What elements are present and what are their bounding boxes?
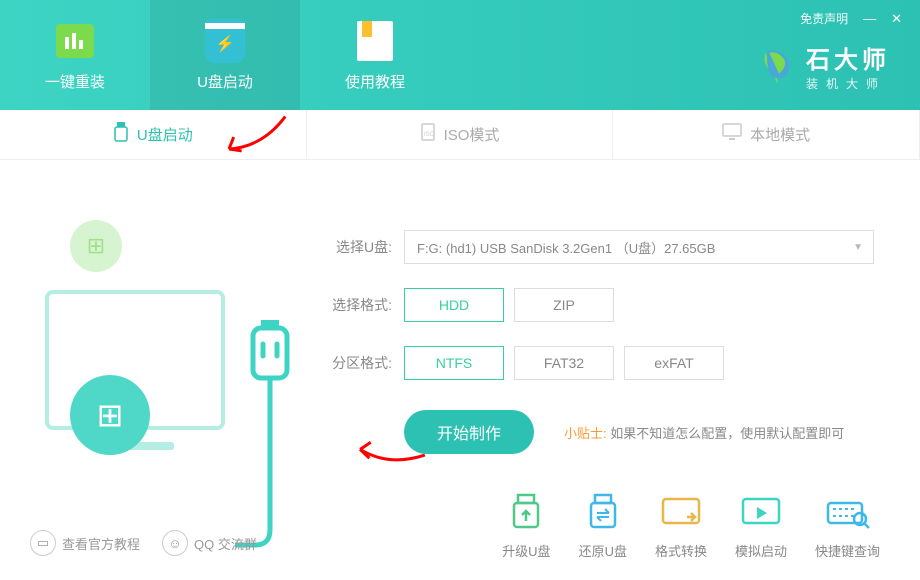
format-option-hdd[interactable]: HDD xyxy=(404,288,504,322)
simulate-icon xyxy=(738,493,784,533)
tip-text: 小贴士: 如果不知道怎么配置，使用默认配置即可 xyxy=(564,423,844,442)
tip-content: 如果不知道怎么配置，使用默认配置即可 xyxy=(610,426,844,441)
nav-reinstall[interactable]: 一键重装 xyxy=(0,0,150,110)
illustration: ⊞ ⊞ xyxy=(40,190,300,500)
svg-text:ISO: ISO xyxy=(424,132,435,138)
disk-select[interactable]: F:G: (hd1) USB SanDisk 3.2Gen1 （U盘）27.65… xyxy=(404,230,874,264)
bottom-actions: 升级U盘 还原U盘 格式转换 模拟启动 快捷键查询 xyxy=(502,493,880,560)
disk-label: 选择U盘: xyxy=(320,237,392,257)
partition-option-exfat[interactable]: exFAT xyxy=(624,346,724,380)
header-bar: 一键重装 ⚡ U盘启动 使用教程 免责声明 — ✕ 石大师 装机大师 xyxy=(0,0,920,110)
brand-logo-icon xyxy=(758,47,796,85)
usb-icon xyxy=(113,122,129,147)
qq-label: QQ 交流群 xyxy=(194,534,257,553)
nav-label: 一键重装 xyxy=(45,71,105,92)
subtab-label: 本地模式 xyxy=(750,124,810,145)
action-simulate-boot[interactable]: 模拟启动 xyxy=(735,493,787,560)
subtab-bar: U盘启动 ISO ISO模式 本地模式 xyxy=(0,110,920,160)
minimize-button[interactable]: — xyxy=(863,11,876,26)
disk-value: F:G: (hd1) USB SanDisk 3.2Gen1 （U盘）27.65… xyxy=(417,238,715,257)
action-label: 升级U盘 xyxy=(502,541,550,560)
hotkey-icon xyxy=(824,493,870,533)
chevron-down-icon: ▼ xyxy=(853,242,863,253)
action-label: 模拟启动 xyxy=(735,541,787,560)
subtab-label: U盘启动 xyxy=(137,124,193,145)
subtab-iso[interactable]: ISO ISO模式 xyxy=(307,110,614,159)
action-hotkey-query[interactable]: 快捷键查询 xyxy=(815,493,880,560)
tutorial-label: 查看官方教程 xyxy=(62,534,140,553)
format-label: 选择格式: xyxy=(320,295,392,315)
nav-label: U盘启动 xyxy=(197,71,253,92)
subtab-label: ISO模式 xyxy=(444,124,500,145)
header-controls: 免责声明 — ✕ xyxy=(800,10,902,27)
footer-links: ▭ 查看官方教程 ☺ QQ 交流群 xyxy=(30,530,257,556)
action-label: 快捷键查询 xyxy=(815,541,880,560)
tutorial-icon xyxy=(352,19,398,63)
format-option-zip[interactable]: ZIP xyxy=(514,288,614,322)
iso-icon: ISO xyxy=(420,122,436,147)
usb-boot-icon: ⚡ xyxy=(202,19,248,63)
action-upgrade-usb[interactable]: 升级U盘 xyxy=(502,493,550,560)
tutorial-link[interactable]: ▭ 查看官方教程 xyxy=(30,530,140,556)
partition-option-ntfs[interactable]: NTFS xyxy=(404,346,504,380)
action-format-convert[interactable]: 格式转换 xyxy=(655,493,707,560)
subtab-usb-boot[interactable]: U盘启动 xyxy=(0,110,307,159)
brand-block: 石大师 装机大师 xyxy=(758,40,890,92)
windows-large-icon: ⊞ xyxy=(70,375,150,455)
usb-cable-icon xyxy=(235,320,305,550)
tip-label: 小贴士: xyxy=(564,426,607,441)
reinstall-icon xyxy=(52,19,98,63)
config-form: 选择U盘: F:G: (hd1) USB SanDisk 3.2Gen1 （U盘… xyxy=(300,190,880,500)
brand-subtitle: 装机大师 xyxy=(806,75,890,92)
nav-tutorial[interactable]: 使用教程 xyxy=(300,0,450,110)
subtab-local[interactable]: 本地模式 xyxy=(613,110,920,159)
qq-icon: ☺ xyxy=(162,530,188,556)
action-label: 格式转换 xyxy=(655,541,707,560)
partition-option-fat32[interactable]: FAT32 xyxy=(514,346,614,380)
partition-label: 分区格式: xyxy=(320,353,392,373)
upgrade-icon xyxy=(503,493,549,533)
restore-icon xyxy=(580,493,626,533)
nav-label: 使用教程 xyxy=(345,71,405,92)
monitor-icon xyxy=(722,123,742,146)
book-icon: ▭ xyxy=(30,530,56,556)
close-button[interactable]: ✕ xyxy=(891,11,902,27)
start-button[interactable]: 开始制作 xyxy=(404,410,534,454)
convert-icon xyxy=(658,493,704,533)
nav-usb-boot[interactable]: ⚡ U盘启动 xyxy=(150,0,300,110)
content-area: ⊞ ⊞ 选择U盘: F:G: (hd1) USB SanDisk 3.2Gen1… xyxy=(0,160,920,530)
brand-title: 石大师 xyxy=(806,40,890,75)
windows-small-icon: ⊞ xyxy=(70,220,122,272)
action-restore-usb[interactable]: 还原U盘 xyxy=(579,493,627,560)
qq-group-link[interactable]: ☺ QQ 交流群 xyxy=(162,530,257,556)
action-label: 还原U盘 xyxy=(579,541,627,560)
disclaimer-link[interactable]: 免责声明 xyxy=(800,10,848,27)
